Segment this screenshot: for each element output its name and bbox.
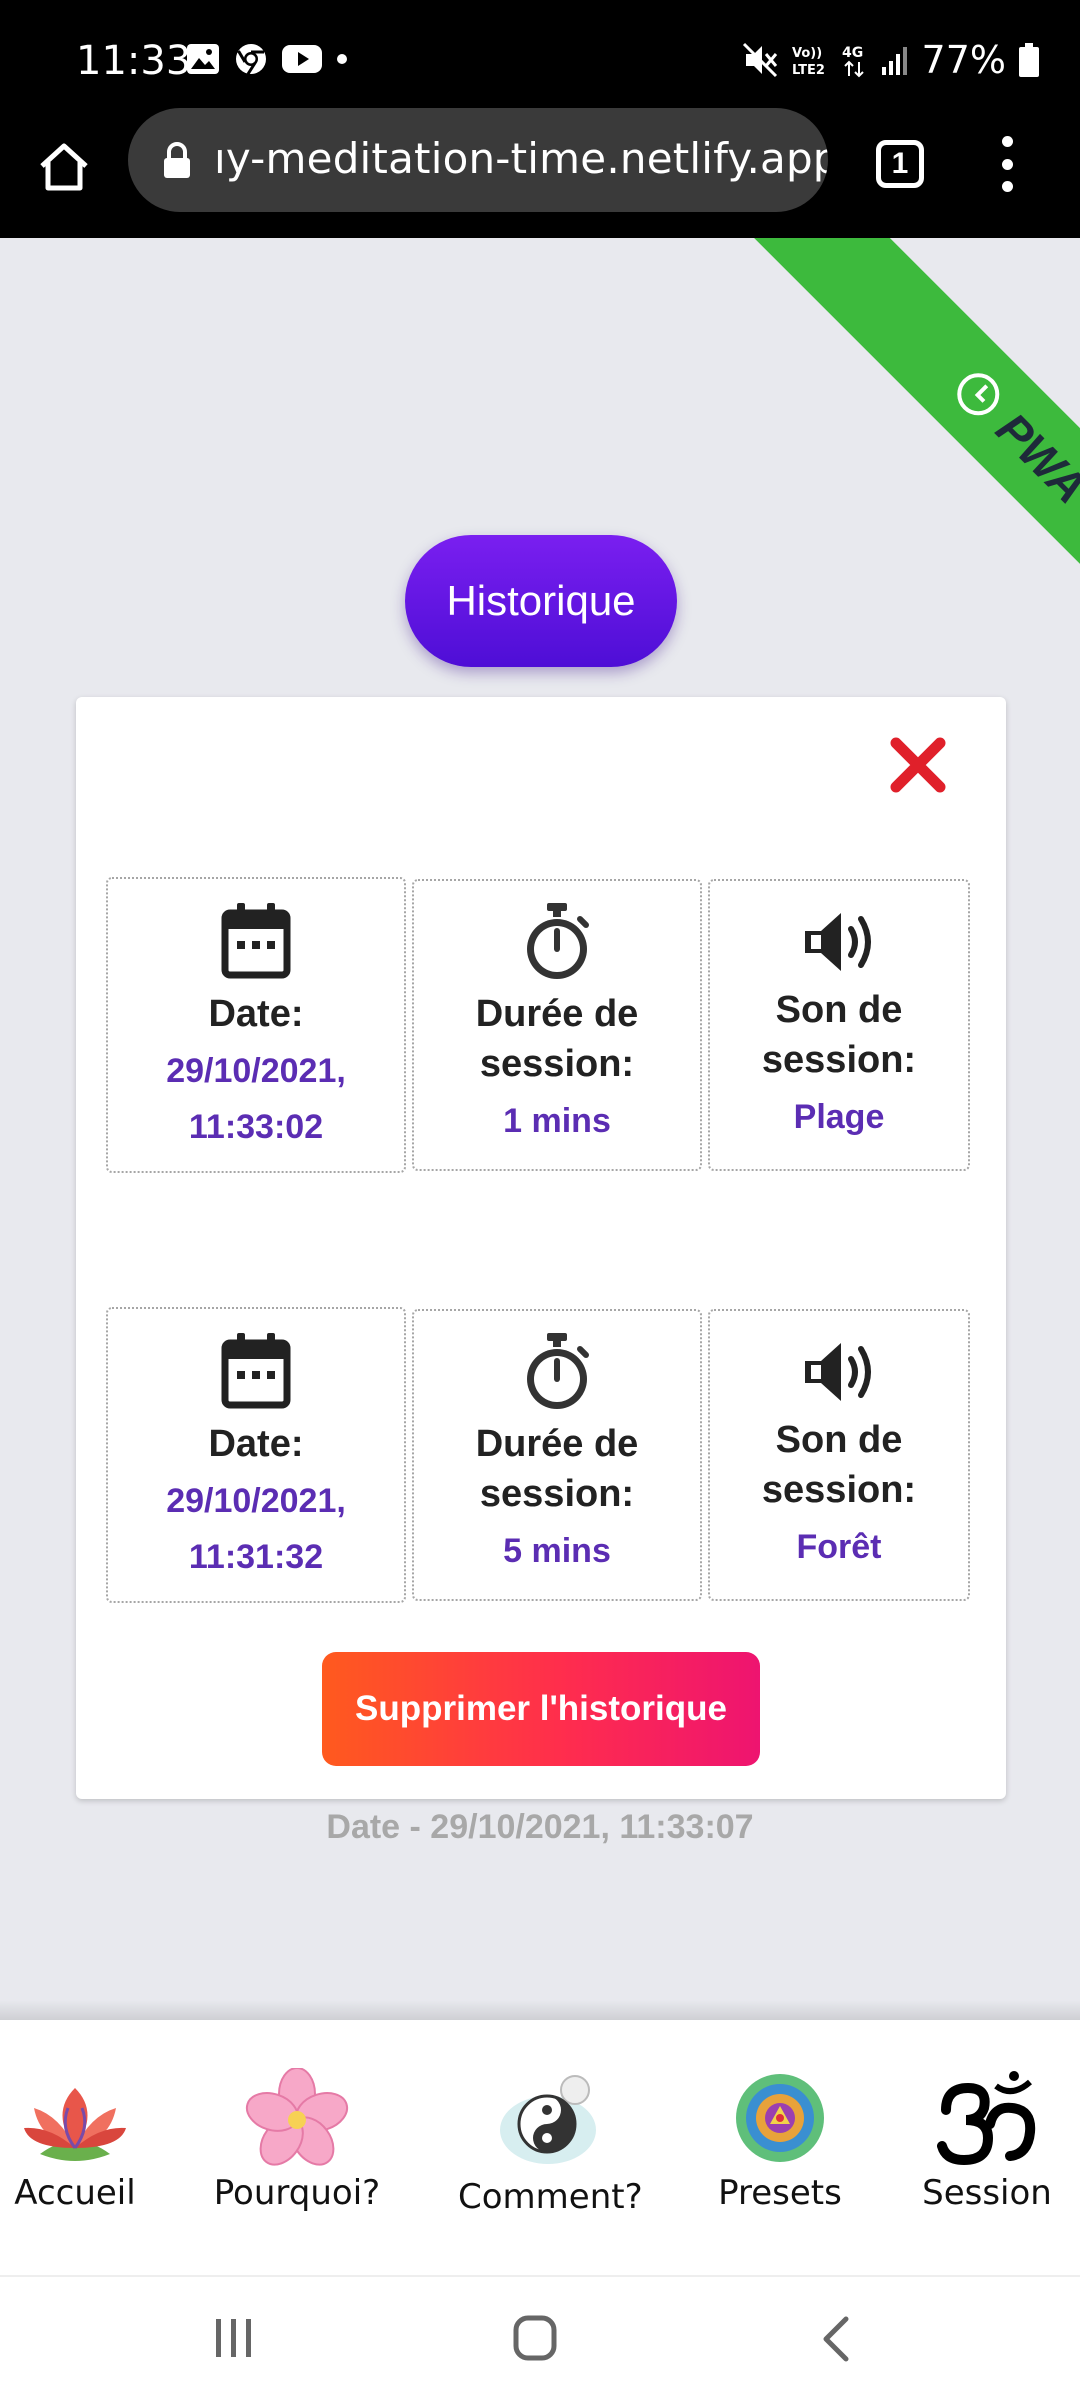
4g-icon: 4G (842, 45, 864, 78)
current-date-text: Date - 29/10/2021, 11:33:07 (326, 1808, 754, 1846)
overflow-menu-icon[interactable] (1000, 136, 1014, 192)
date-value: 29/10/2021, (166, 1052, 346, 1090)
svg-text:4G: 4G (842, 45, 863, 61)
duration-label-line1: Durée de (475, 1423, 639, 1465)
address-bar[interactable]: ıy-meditation-time.netlify.app (128, 108, 828, 212)
nav-label: Comment? (458, 2177, 643, 2217)
calendar-icon (221, 903, 291, 979)
time-value: 11:33:02 (188, 1108, 324, 1146)
nav-item-presets[interactable]: Presets (712, 2068, 848, 2213)
lock-icon (164, 142, 190, 178)
nav-label: Presets (718, 2173, 842, 2213)
system-navigation-bar (0, 2275, 1080, 2400)
pwa-ribbon-label: PWA (986, 402, 1080, 514)
bottom-navigation: Accueil Pourquoi? Comment? Presets Sessi… (0, 2020, 1080, 2275)
chrome-notification-icon (236, 44, 266, 75)
url-text: ıy-meditation-time.netlify.app (214, 134, 828, 183)
battery-icon (1019, 43, 1039, 77)
duration-label-line2: session: (479, 1473, 635, 1515)
entry-duration-cell: Durée de session: 5 mins (412, 1309, 702, 1601)
notification-icons (186, 42, 348, 76)
nav-shadow (0, 2000, 1080, 2022)
pwa-ribbon: PWA (717, 238, 1080, 638)
duration-value: 1 mins (503, 1102, 611, 1140)
date-label: Date: (208, 993, 304, 1035)
sound-label-line2: session: (761, 1039, 917, 1081)
date-value: 29/10/2021, (166, 1482, 346, 1520)
home-nav-icon[interactable] (512, 2313, 558, 2363)
status-time: 11:33 (76, 38, 192, 84)
time-value: 11:31:32 (188, 1538, 324, 1576)
nav-label: Session (922, 2173, 1052, 2213)
close-icon[interactable] (886, 733, 950, 797)
signal-icon (881, 47, 907, 75)
history-card: Date: 29/10/2021, 11:33:02 Durée de sess… (76, 697, 1006, 1799)
sound-value: Plage (793, 1098, 885, 1136)
stopwatch-icon (527, 1333, 589, 1409)
sound-value: Forêt (796, 1528, 882, 1566)
yin-yang-icon (500, 2075, 596, 2164)
volume-icon (805, 913, 871, 971)
nav-item-accueil[interactable]: Accueil (10, 2068, 140, 2213)
home-icon[interactable] (36, 138, 92, 194)
flower-icon (245, 2067, 349, 2166)
nav-item-session[interactable]: Session (916, 2068, 1058, 2213)
delete-history-button[interactable]: Supprimer l'historique (322, 1652, 760, 1766)
svg-text:Vo)): Vo)) (792, 46, 822, 61)
recents-icon[interactable] (212, 2315, 256, 2361)
entry-sound-cell: Son de session: Forêt (708, 1309, 970, 1601)
nav-label: Accueil (14, 2173, 136, 2213)
youtube-notification-icon (282, 45, 322, 73)
sound-label-line2: session: (761, 1469, 917, 1511)
nav-item-comment[interactable]: Comment? (458, 2068, 643, 2217)
entry-duration-cell: Durée de session: 1 mins (412, 879, 702, 1171)
duration-value: 5 mins (503, 1532, 611, 1570)
svg-text:LTE2: LTE2 (792, 63, 825, 78)
tab-switcher-button[interactable]: 1 (876, 140, 924, 188)
nav-label: Pourquoi? (213, 2173, 381, 2213)
duration-label-line1: Durée de (475, 993, 639, 1035)
volume-icon (805, 1343, 871, 1401)
om-icon (937, 2071, 1036, 2166)
sound-label-line1: Son de (775, 989, 903, 1031)
browser-toolbar: ıy-meditation-time.netlify.app 1 (0, 108, 1080, 238)
nav-item-pourquoi[interactable]: Pourquoi? (212, 2067, 382, 2213)
sound-label-line1: Son de (775, 1419, 903, 1461)
mandala-icon (736, 2074, 824, 2162)
back-icon[interactable] (818, 2315, 854, 2363)
lotus-icon (24, 2088, 126, 2161)
entry-date-cell: Date: 29/10/2021, 11:33:02 (106, 877, 406, 1173)
entry-sound-cell: Son de session: Plage (708, 879, 970, 1171)
mute-icon (742, 42, 777, 78)
duration-label-line2: session: (479, 1043, 635, 1085)
date-label: Date: (208, 1423, 304, 1465)
dot-icon (337, 54, 347, 64)
pwa-clock-icon (957, 373, 1000, 416)
entry-date-cell: Date: 29/10/2021, 11:31:32 (106, 1307, 406, 1603)
stopwatch-icon (527, 903, 589, 979)
gallery-notification-icon (187, 44, 219, 74)
battery-percent: 77% (921, 38, 1006, 82)
status-bar: 11:33 Vo)) LTE2 4G 77% (0, 0, 1080, 120)
calendar-icon (221, 1333, 291, 1409)
volte-icon: Vo)) LTE2 (792, 46, 825, 78)
status-right: Vo)) LTE2 4G 77% (742, 38, 1040, 82)
history-button[interactable]: Historique (405, 535, 677, 667)
